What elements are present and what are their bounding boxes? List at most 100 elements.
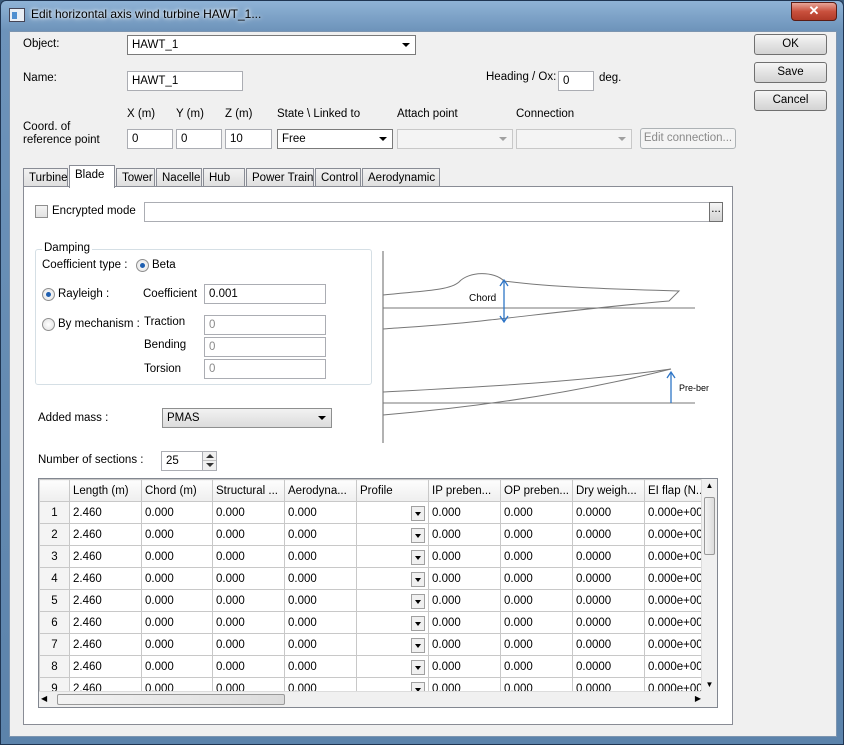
- table-cell[interactable]: 0.000: [141, 523, 213, 546]
- by-mechanism-radio[interactable]: [42, 318, 55, 331]
- table-cell[interactable]: 0.000: [212, 501, 285, 524]
- table-row[interactable]: 2 2.460 0.000 0.000 0.000 0.000 0.000 0.0000 0.0…: [39, 523, 717, 546]
- table-cell[interactable]: 0.0000: [572, 633, 645, 656]
- table-cell[interactable]: 0.000: [212, 523, 285, 546]
- table-cell[interactable]: 0.000: [428, 633, 501, 656]
- row-number[interactable]: 1: [39, 501, 70, 524]
- row-number[interactable]: 7: [39, 633, 70, 656]
- table-cell[interactable]: 2.460: [69, 655, 142, 678]
- row-number[interactable]: 8: [39, 655, 70, 678]
- connection-dropdown[interactable]: [516, 129, 632, 149]
- vertical-scroll-thumb[interactable]: [704, 497, 715, 555]
- spin-up-icon[interactable]: [203, 452, 216, 461]
- column-header[interactable]: Profile: [356, 479, 429, 502]
- profile-cell[interactable]: [356, 655, 429, 678]
- table-cell[interactable]: 2.460: [69, 611, 142, 634]
- table-cell[interactable]: 0.0000: [572, 589, 645, 612]
- dropdown-arrow-icon[interactable]: [411, 594, 425, 609]
- bending-field[interactable]: 0: [204, 337, 326, 357]
- profile-cell[interactable]: [356, 633, 429, 656]
- table-cell[interactable]: 2.460: [69, 589, 142, 612]
- table-cell[interactable]: 0.000: [500, 501, 573, 524]
- table-cell[interactable]: 0.000: [284, 633, 357, 656]
- column-header[interactable]: Dry weigh...: [572, 479, 645, 502]
- table-cell[interactable]: 0.000: [284, 655, 357, 678]
- scroll-up-icon[interactable]: ▲: [702, 479, 717, 493]
- table-cell[interactable]: 0.000: [500, 567, 573, 590]
- browse-button[interactable]: ...: [709, 202, 723, 222]
- heading-field[interactable]: 0: [558, 71, 594, 91]
- profile-cell[interactable]: [356, 501, 429, 524]
- table-cell[interactable]: 2.460: [69, 545, 142, 568]
- table-cell[interactable]: 0.000: [500, 655, 573, 678]
- table-cell[interactable]: 0.0000: [572, 655, 645, 678]
- row-number[interactable]: 2: [39, 523, 70, 546]
- table-cell[interactable]: 2.460: [69, 501, 142, 524]
- dropdown-arrow-icon[interactable]: [411, 550, 425, 565]
- profile-cell[interactable]: [356, 589, 429, 612]
- table-cell[interactable]: 0.000: [141, 567, 213, 590]
- attach-point-dropdown[interactable]: [397, 129, 513, 149]
- vertical-scrollbar[interactable]: ▲ ▼: [701, 479, 717, 692]
- table-cell[interactable]: 0.000: [284, 589, 357, 612]
- table-cell[interactable]: 0.000: [500, 545, 573, 568]
- table-row[interactable]: 8 2.460 0.000 0.000 0.000 0.000 0.000 0.0000 0.0…: [39, 655, 717, 678]
- table-cell[interactable]: 0.000: [500, 589, 573, 612]
- table-cell[interactable]: 0.0000: [572, 611, 645, 634]
- dropdown-arrow-icon[interactable]: [411, 528, 425, 543]
- name-field[interactable]: HAWT_1: [127, 71, 243, 91]
- table-cell[interactable]: 0.000: [141, 501, 213, 524]
- sections-field[interactable]: 25: [161, 451, 203, 471]
- object-dropdown[interactable]: HAWT_1: [127, 35, 416, 55]
- encrypted-file-field[interactable]: [144, 202, 710, 222]
- table-row[interactable]: 5 2.460 0.000 0.000 0.000 0.000 0.000 0.0000 0.0…: [39, 589, 717, 612]
- spin-down-icon[interactable]: [203, 461, 216, 470]
- row-number[interactable]: 4: [39, 567, 70, 590]
- beta-radio[interactable]: [136, 259, 149, 272]
- profile-cell[interactable]: [356, 611, 429, 634]
- table-cell[interactable]: 0.000: [284, 567, 357, 590]
- table-cell[interactable]: 0.000: [141, 633, 213, 656]
- edit-connection-button[interactable]: Edit connection...: [640, 128, 736, 149]
- table-row[interactable]: 4 2.460 0.000 0.000 0.000 0.000 0.000 0.0000 0.0…: [39, 567, 717, 590]
- dropdown-arrow-icon[interactable]: [411, 616, 425, 631]
- tab-hub[interactable]: Hub: [203, 168, 245, 187]
- y-field[interactable]: 0: [176, 129, 222, 149]
- table-cell[interactable]: 0.000: [428, 545, 501, 568]
- tab-power-train[interactable]: Power Train: [246, 168, 314, 187]
- column-header[interactable]: Length (m): [69, 479, 142, 502]
- table-cell[interactable]: 0.000: [212, 655, 285, 678]
- table-cell[interactable]: 0.000: [428, 589, 501, 612]
- tab-control[interactable]: Control: [315, 168, 361, 187]
- table-cell[interactable]: 2.460: [69, 633, 142, 656]
- table-cell[interactable]: 0.000: [284, 501, 357, 524]
- tab-blade[interactable]: Blade: [69, 165, 115, 188]
- table-cell[interactable]: 0.000: [500, 633, 573, 656]
- dropdown-arrow-icon[interactable]: [411, 572, 425, 587]
- table-cell[interactable]: 0.000: [428, 611, 501, 634]
- table-cell[interactable]: 2.460: [69, 567, 142, 590]
- table-cell[interactable]: 0.000: [141, 589, 213, 612]
- table-cell[interactable]: 0.000: [284, 545, 357, 568]
- title-bar[interactable]: Edit horizontal axis wind turbine HAWT_1…: [1, 1, 843, 29]
- table-cell[interactable]: 0.0000: [572, 545, 645, 568]
- table-cell[interactable]: 0.000: [212, 567, 285, 590]
- column-header[interactable]: OP preben...: [500, 479, 573, 502]
- dropdown-arrow-icon[interactable]: [411, 638, 425, 653]
- column-header[interactable]: Chord (m): [141, 479, 213, 502]
- table-cell[interactable]: 0.0000: [572, 501, 645, 524]
- coefficient-field[interactable]: 0.001: [204, 284, 326, 304]
- table-cell[interactable]: 0.000: [141, 545, 213, 568]
- x-field[interactable]: 0: [127, 129, 173, 149]
- scroll-down-icon[interactable]: ▼: [702, 678, 717, 692]
- cancel-button[interactable]: Cancel: [754, 90, 827, 111]
- table-cell[interactable]: 0.000: [141, 611, 213, 634]
- save-button[interactable]: Save: [754, 62, 827, 83]
- profile-cell[interactable]: [356, 523, 429, 546]
- tab-nacelle[interactable]: Nacelle: [156, 168, 202, 187]
- table-cell[interactable]: 0.000: [212, 633, 285, 656]
- torsion-field[interactable]: 0: [204, 359, 326, 379]
- table-cell[interactable]: 0.000: [428, 655, 501, 678]
- dropdown-arrow-icon[interactable]: [411, 660, 425, 675]
- table-cell[interactable]: 0.0000: [572, 567, 645, 590]
